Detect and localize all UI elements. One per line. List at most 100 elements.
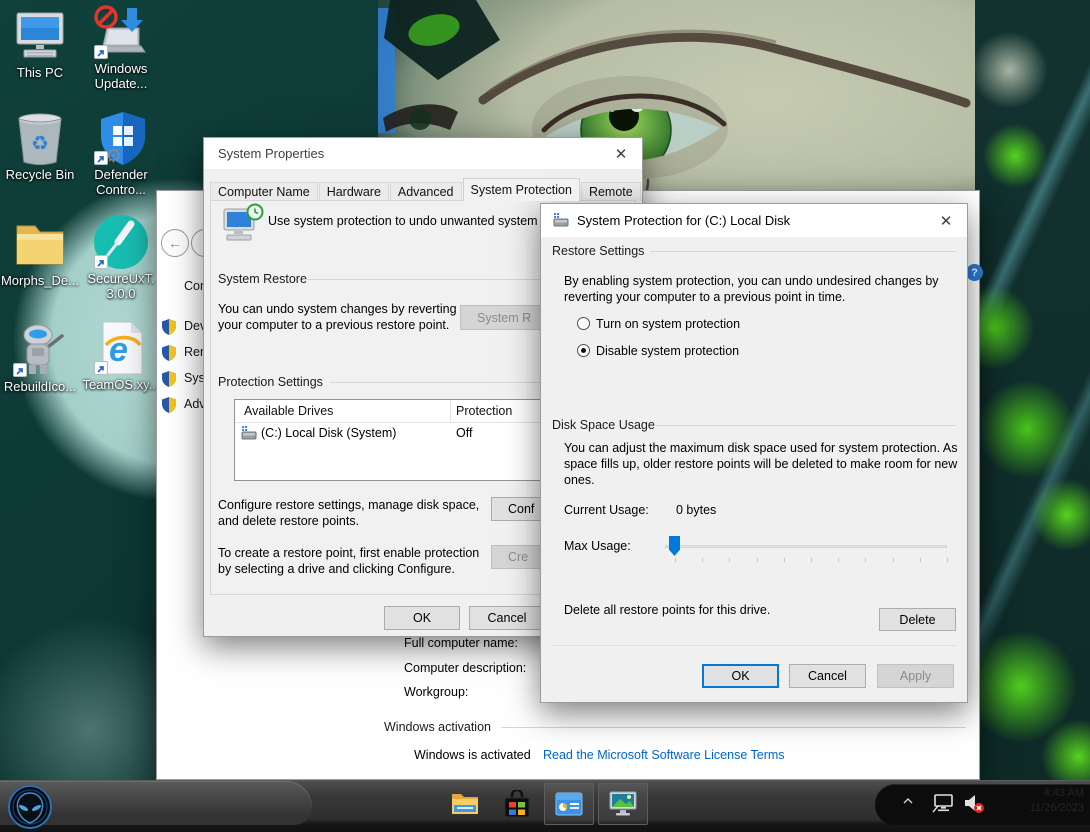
group-divider [501,727,966,728]
windows-activation-group-label: Windows activation [384,720,491,734]
shortcut-overlay-icon [94,361,108,375]
taskbar-running-app-system[interactable] [598,783,648,825]
help-icon[interactable]: ? [966,264,983,281]
table-column-divider [450,400,451,422]
tab-advanced[interactable]: Advanced [390,182,462,201]
configure-description: Configure restore settings, manage disk … [218,497,479,529]
current-usage-label: Current Usage: [564,502,649,518]
group-divider [650,251,956,252]
desktop-icon-recycle-bin[interactable]: ♻ Recycle Bin [0,110,84,182]
close-icon[interactable]: ✕ [610,144,632,164]
desktop-icon-label: Recycle Bin [6,167,75,182]
taskbar-clock[interactable]: 4:43 AM 11/26/2023 [1030,786,1084,816]
tray-expand-chevron-icon[interactable] [903,798,913,804]
radio-disable-label[interactable]: Disable system protection [596,344,739,358]
desktop: This PC WindowsUpdate... ♻ [0,0,1090,832]
desktop-icon-morphs-folder[interactable]: Morphs_De... [0,216,84,288]
dialog-titlebar: System Protection for (C:) Local Disk [541,204,967,237]
drive-icon [553,213,569,228]
clock-date: 11/26/2023 [1030,801,1084,816]
desktop-icon-label: SecureUxT.3.0.0 [87,271,154,301]
cancel-button[interactable]: Cancel [469,606,545,630]
tray-network-icon[interactable] [932,793,956,813]
delete-restore-points-label: Delete all restore points for this drive… [564,602,770,618]
uac-shield-icon [162,345,176,361]
ok-button[interactable]: OK [384,606,460,630]
radio-turn-on-label[interactable]: Turn on system protection [596,317,740,331]
control-panel-app-icon [555,792,583,816]
desktop-icon-label: WindowsUpdate... [95,61,148,91]
restore-settings-description: By enabling system protection, you can u… [564,273,939,305]
desktop-icon-rebuildicons[interactable]: RebuildIco... [0,322,84,394]
start-button-alienware-icon[interactable] [7,784,53,830]
back-button[interactable]: ← [161,229,189,257]
full-computer-name-label: Full computer name: [404,635,518,651]
system-restore-group-label: System Restore [218,272,307,286]
apply-button[interactable]: Apply [877,664,954,688]
drive-icon [241,426,257,441]
desktop-icon-this-pc[interactable]: This PC [0,8,84,80]
svg-text:♻: ♻ [31,133,49,155]
restore-settings-group-label: Restore Settings [552,244,644,258]
protection-settings-group-label: Protection Settings [218,375,323,389]
drive-name: (C:) Local Disk (System) [261,425,396,441]
delete-button[interactable]: Delete [879,608,956,631]
tab-computer-name[interactable]: Computer Name [210,182,318,201]
system-restore-icon [222,203,264,243]
tab-remote[interactable]: Remote [581,182,641,201]
tab-hardware[interactable]: Hardware [319,182,389,201]
column-header-protection[interactable]: Protection [456,404,512,418]
radio-disable-protection[interactable] [577,344,590,357]
system-properties-tabs: Computer Name Hardware Advanced System P… [210,180,642,201]
desktop-icon-teamos[interactable]: e TeamOS.xy... [77,320,165,392]
recycle-bin-icon: ♻ [12,110,68,166]
radio-turn-on-protection[interactable] [577,317,590,330]
ok-button[interactable]: OK [702,664,779,688]
protection-status: Off [456,425,472,441]
desktop-icon-label: This PC [17,65,63,80]
cancel-button[interactable]: Cancel [789,664,866,688]
computer-description-label: Computer description: [404,660,526,676]
current-usage-value: 0 bytes [676,502,716,518]
max-usage-label: Max Usage: [564,538,631,554]
secureuxtheme-icon [93,214,149,270]
restore-description: You can undo system changes by reverting… [218,301,457,333]
clock-time: 4:43 AM [1030,786,1084,801]
max-usage-slider-track[interactable] [665,545,947,548]
sidebar-item-control-panel-home[interactable]: Cor [184,279,204,293]
uac-shield-icon [162,319,176,335]
window-title: System Properties [218,146,324,161]
desktop-icon-label: Morphs_De... [1,273,79,288]
folder-icon [12,216,68,272]
desktop-icon-defender-control[interactable]: ⚙ DefenderContro... [77,110,165,197]
desktop-icon-windows-update[interactable]: WindowsUpdate... [77,4,165,91]
create-description: To create a restore point, first enable … [218,545,479,577]
license-terms-link[interactable]: Read the Microsoft Software License Term… [543,747,785,763]
this-pc-icon [12,8,68,64]
column-header-available-drives[interactable]: Available Drives [244,404,333,418]
file-explorer-icon [451,792,479,816]
store-icon [504,790,530,818]
desktop-icon-label: TeamOS.xy... [82,377,159,392]
taskbar: 4:43 AM 11/26/2023 [0,780,1090,832]
tab-system-protection[interactable]: System Protection [463,178,580,201]
uac-shield-icon [162,397,176,413]
shortcut-overlay-icon [94,45,108,59]
wallpaper-metal-band [975,0,1090,780]
activation-status: Windows is activated [414,747,531,763]
desktop-icon-label: DefenderContro... [94,167,147,197]
windows-update-icon [93,4,149,60]
desktop-icon-label: RebuildIco... [4,379,76,394]
system-properties-titlebar: System Properties [204,138,642,169]
taskbar-running-app-control-panel[interactable] [544,783,594,825]
close-icon[interactable]: ✕ [935,211,957,231]
robot-icon [12,322,68,378]
group-divider [655,425,956,426]
taskbar-file-explorer[interactable] [440,783,490,825]
desktop-icon-secureuxtheme[interactable]: SecureUxT.3.0.0 [77,214,165,301]
footer-divider [552,645,956,646]
tray-volume-muted-icon[interactable] [963,792,985,814]
ie-document-icon: e [93,320,149,376]
shortcut-overlay-icon [94,255,108,269]
taskbar-microsoft-store[interactable] [492,783,542,825]
